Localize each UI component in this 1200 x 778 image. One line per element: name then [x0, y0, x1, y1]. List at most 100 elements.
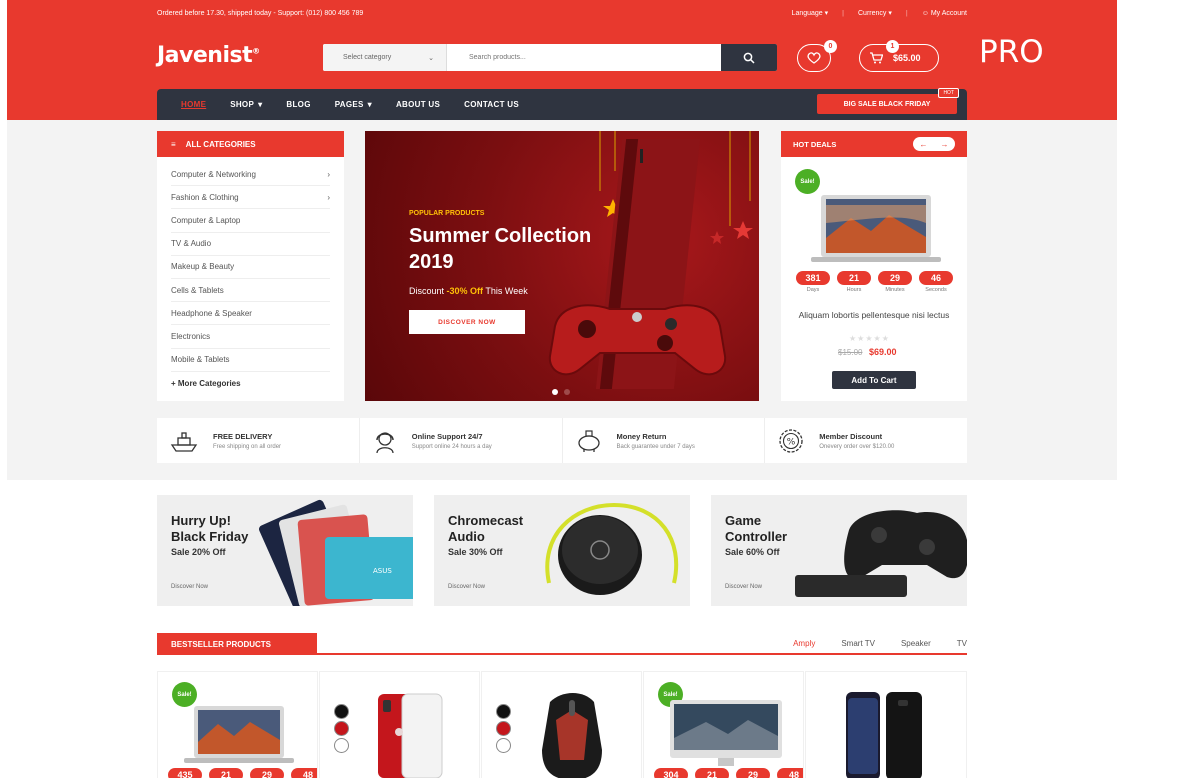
promo-title: Hurry Up! Black Friday	[171, 513, 248, 545]
category-item[interactable]: Makeup & Beauty	[171, 256, 330, 279]
countdown-unit: 381 Days	[796, 271, 830, 293]
category-item[interactable]: Electronics	[171, 325, 330, 349]
promo-black-friday[interactable]: ASUS Hurry Up! Black Friday Sale 20% Off …	[157, 495, 413, 606]
search-input[interactable]	[447, 44, 721, 71]
countdown-value: 29	[250, 768, 284, 778]
category-item[interactable]: Headphone & Speaker	[171, 302, 330, 326]
promo-chromecast[interactable]: Chromecast Audio Sale 30% Off Discover No…	[434, 495, 690, 606]
promo-game-controller[interactable]: Game Controller Sale 60% Off Discover Now	[711, 495, 967, 606]
more-categories-link[interactable]: + More Categories	[171, 372, 330, 395]
search-button[interactable]	[721, 44, 777, 71]
feature-money: Money Return Back guarantee under 7 days	[563, 418, 766, 463]
countdown-value: 21	[695, 768, 729, 778]
product-card[interactable]: Sale! 304 21 29 48	[643, 671, 804, 778]
countdown-unit: 29 Minutes	[878, 271, 912, 293]
color-swatch[interactable]	[496, 704, 511, 719]
nav-item-blog[interactable]: BLOG	[286, 100, 310, 109]
black-friday-button[interactable]: BIG SALE BLACK FRIDAY	[817, 94, 957, 114]
nav-item-pages[interactable]: PAGES ▾	[335, 100, 372, 109]
countdown-value: 48	[777, 768, 803, 778]
site-logo[interactable]: Javenist®	[157, 43, 260, 68]
promo-link[interactable]: Discover Now	[171, 584, 208, 590]
feature-title: Online Support 24/7	[411, 431, 483, 441]
tab-amply[interactable]: Amply	[793, 639, 815, 648]
product-card[interactable]: Sale! 435 21 29 48	[157, 671, 318, 778]
feature-sub: Support online 24 hours a day	[411, 443, 492, 450]
category-item[interactable]: Mobile & Tablets	[171, 349, 330, 372]
category-select[interactable]: Select category ⌄	[323, 44, 447, 71]
countdown-unit: 29	[736, 768, 770, 778]
category-item[interactable]: Cells & Tablets	[171, 279, 330, 303]
countdown-unit: 21	[695, 768, 729, 778]
discount-suffix: This Week	[483, 286, 528, 296]
category-item[interactable]: Computer & Networking ›	[171, 163, 330, 187]
countdown-value: 48	[291, 768, 317, 778]
countdown-unit: 21 Hours	[837, 271, 871, 293]
nav-item-shop[interactable]: SHOP ▾	[230, 100, 262, 109]
feature-title: FREE DELIVERY	[213, 431, 273, 441]
deal-prices: $15.00 $69.00	[838, 347, 897, 357]
carousel-dot[interactable]	[564, 389, 570, 395]
countdown-value: 304	[654, 768, 688, 778]
countdown-unit: 435	[168, 768, 202, 778]
price: $69.00	[868, 347, 897, 357]
arrow-left-icon[interactable]: ←	[920, 140, 928, 149]
nav-item-contact[interactable]: CONTACT US	[464, 100, 519, 109]
nav-item-home[interactable]: HOME	[181, 100, 206, 109]
color-swatch[interactable]	[334, 704, 349, 719]
countdown-unit: 29	[250, 768, 284, 778]
deal-product-name[interactable]: Aliquam lobortis pellentesque nisi lectu…	[793, 309, 955, 321]
my-account-link[interactable]: ☺ My Account	[922, 10, 967, 17]
color-swatch[interactable]	[496, 738, 511, 753]
laptop-image[interactable]	[811, 193, 941, 265]
color-swatch[interactable]	[496, 721, 511, 736]
nav-item-about[interactable]: ABOUT US	[396, 100, 440, 109]
hero-banner[interactable]: POPULAR PRODUCTS Summer Collection 2019 …	[365, 131, 759, 401]
tab-tv[interactable]: TV	[957, 639, 967, 648]
promo-link[interactable]: Discover Now	[448, 584, 485, 590]
add-to-cart-button[interactable]: Add To Cart	[832, 371, 916, 389]
product-card[interactable]	[481, 671, 642, 778]
wishlist-count: 0	[824, 40, 837, 53]
more-label: + More Categories	[171, 378, 241, 388]
language-label: Language	[791, 10, 823, 17]
logo-text: Javenist	[157, 43, 253, 68]
feature-sub: Back guarantee under 7 days	[616, 443, 695, 450]
currency-selector[interactable]: Currency ▾	[858, 9, 892, 17]
promo-title-line: Chromecast	[448, 513, 524, 528]
color-swatch[interactable]	[334, 721, 349, 736]
product-card[interactable]	[805, 671, 967, 778]
language-selector[interactable]: Language ▾	[792, 9, 829, 17]
nav-label: CONTACT US	[464, 100, 520, 109]
cart-button[interactable]: $65.00 1	[859, 40, 939, 72]
countdown-unit: 46 Seconds	[919, 271, 953, 293]
heart-icon	[807, 52, 821, 64]
chevron-right-icon: ›	[327, 192, 330, 202]
discount-prefix: Discount	[409, 286, 447, 296]
category-select-label: Select category	[343, 54, 392, 61]
category-title: ALL CATEGORIES	[185, 139, 256, 149]
countdown-value: 21	[209, 768, 243, 778]
category-header[interactable]: ≡ ALL CATEGORIES	[157, 131, 344, 157]
smartphone-image	[846, 692, 922, 778]
tab-smart-tv[interactable]: Smart TV	[841, 639, 875, 648]
promo-subtitle: Sale 30% Off	[448, 547, 503, 557]
tab-speaker[interactable]: Speaker	[901, 639, 931, 648]
arrow-right-icon[interactable]: →	[941, 140, 949, 149]
category-item[interactable]: TV & Audio	[171, 233, 330, 256]
svg-text:%: %	[787, 437, 796, 447]
product-card[interactable]	[319, 671, 480, 778]
wishlist-button[interactable]: 0	[797, 40, 837, 72]
countdown-label: Days	[806, 287, 820, 293]
color-swatch[interactable]	[334, 738, 349, 753]
old-price: $15.00	[838, 348, 863, 357]
discover-now-button[interactable]: DISCOVER NOW	[409, 310, 525, 334]
promo-link[interactable]: Discover Now	[725, 584, 762, 590]
hot-deals-panel: HOT DEALS ← → Sale! 381 Days 21 Hours 29 Min…	[781, 131, 967, 401]
carousel-dot[interactable]	[552, 389, 558, 395]
category-item[interactable]: Fashion & Clothing ›	[171, 186, 330, 210]
category-label: Headphone & Speaker	[171, 308, 252, 318]
bestseller-title: BESTSELLER PRODUCTS	[157, 633, 317, 655]
nav-label: BLOG	[286, 100, 311, 109]
category-item[interactable]: Computer & Laptop	[171, 209, 330, 233]
